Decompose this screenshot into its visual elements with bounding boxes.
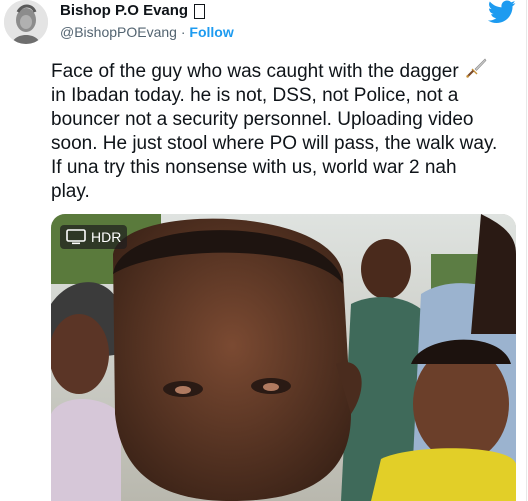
photo-image — [51, 214, 516, 501]
handle-row: @BishopPOEvang · Follow — [60, 23, 234, 41]
tweet-text-line1: Face of the guy who was caught with the … — [51, 61, 464, 82]
right-border — [526, 0, 527, 501]
author-handle[interactable]: @BishopPOEvang — [60, 24, 177, 40]
tv-icon — [66, 229, 86, 245]
twitter-bird-icon[interactable] — [488, 0, 516, 24]
hdr-badge: HDR — [60, 225, 128, 249]
author-display-name[interactable]: Bishop P.O Evang — [60, 2, 188, 20]
tweet-text-body: in Ibadan today. he is not, DSS, not Pol… — [51, 85, 498, 202]
avatar-image — [4, 0, 48, 44]
name-row: Bishop P.O Evang — [60, 2, 234, 20]
hdr-label: HDR — [91, 229, 122, 245]
tweet-photo[interactable]: HDR — [51, 214, 516, 501]
missing-glyph-box — [194, 3, 206, 19]
dagger-icon — [466, 58, 487, 78]
avatar[interactable] — [4, 0, 48, 44]
tweet-card: Bishop P.O Evang @BishopPOEvang · Follow… — [0, 0, 528, 501]
separator: · — [180, 24, 186, 40]
tweet-header: Bishop P.O Evang @BishopPOEvang · Follow — [60, 2, 234, 41]
tweet-text: Face of the guy who was caught with the … — [51, 56, 516, 204]
follow-button[interactable]: Follow — [189, 24, 233, 40]
